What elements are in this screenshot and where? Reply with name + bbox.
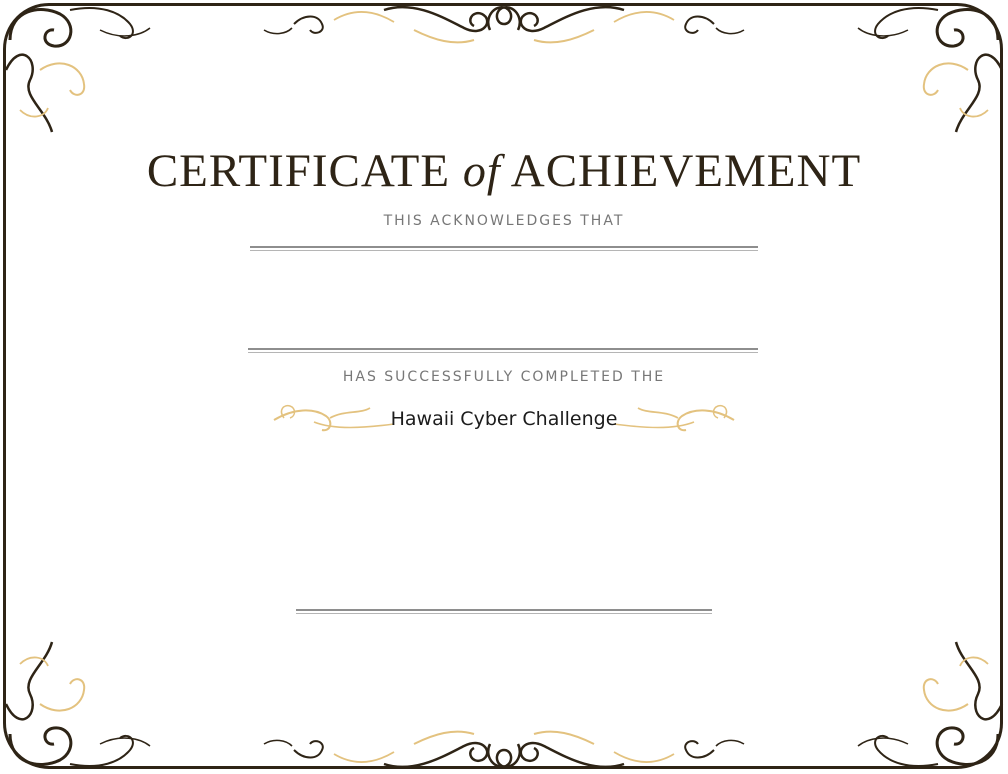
title-main: CERTIFICATE	[146, 145, 451, 197]
signature-rule-thin	[296, 613, 712, 614]
title-of: of	[462, 145, 501, 196]
recipient-rule-bottom	[248, 348, 758, 350]
recipient-rule-top-thin	[250, 250, 758, 251]
recipient-rule-bottom-thin	[248, 352, 758, 353]
program-name: Hawaii Cyber Challenge	[390, 408, 618, 430]
title-end: ACHIEVEMENT	[510, 145, 862, 197]
certificate-border	[3, 3, 1003, 769]
certificate-title: CERTIFICATE of ACHIEVEMENT	[0, 144, 1008, 198]
acknowledges-caption: THIS ACKNOWLEDGES THAT	[383, 213, 625, 229]
recipient-rule-top	[250, 246, 758, 248]
signature-rule	[296, 609, 712, 611]
completed-caption: HAS SUCCESSFULLY COMPLETED THE	[342, 369, 666, 385]
